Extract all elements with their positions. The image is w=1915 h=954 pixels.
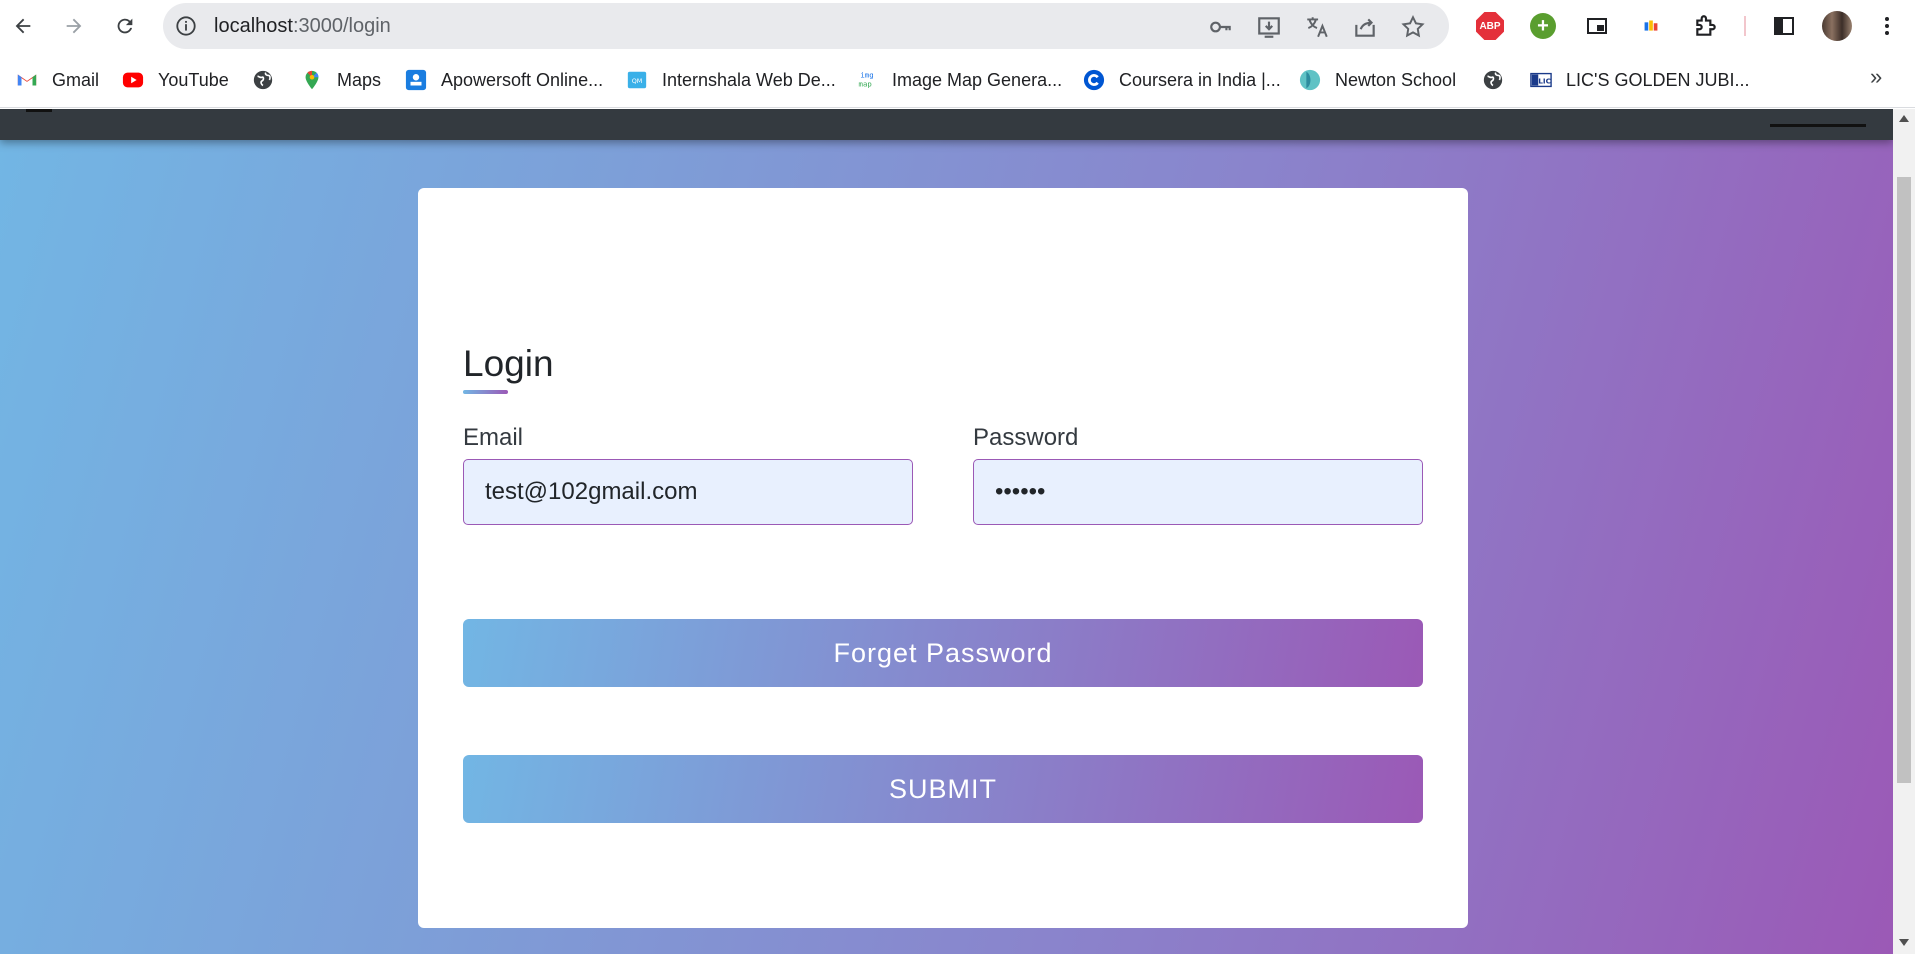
- side-panel-icon: [1774, 17, 1794, 35]
- email-label: Email: [463, 424, 524, 451]
- colorful-extension[interactable]: [1637, 12, 1665, 40]
- apowersoft-icon: [405, 69, 427, 91]
- coursera-icon: [1083, 69, 1105, 91]
- bookmarks-bar: Gmail YouTube Maps Apowersoft Online... …: [0, 52, 1915, 108]
- toolbar-divider: [1744, 16, 1746, 36]
- info-icon[interactable]: [175, 15, 197, 37]
- picture-in-picture-button[interactable]: [1583, 12, 1611, 40]
- extension-dots-icon: [1644, 20, 1658, 31]
- navbar-underline: [1770, 124, 1866, 127]
- imagemap-icon: img map: [856, 69, 878, 91]
- scroll-up-arrow[interactable]: [1899, 115, 1909, 122]
- bookmark-maps[interactable]: Maps: [301, 52, 381, 108]
- login-card: Login Email test@102gmail.com Password •…: [418, 188, 1468, 928]
- svg-text:img: img: [860, 70, 873, 79]
- bookmark-label: Maps: [337, 69, 382, 90]
- arrow-right-icon: [66, 18, 82, 34]
- translate-icon[interactable]: [1304, 14, 1330, 40]
- star-icon[interactable]: [1400, 14, 1426, 40]
- url-host: localhost: [214, 15, 293, 37]
- bookmark-label: Newton School: [1335, 69, 1457, 90]
- extensions-button[interactable]: [1692, 12, 1720, 40]
- internshala-icon: QM: [626, 69, 648, 91]
- arrow-left-icon: [15, 18, 31, 34]
- bookmark-label: Gmail: [52, 69, 100, 90]
- bookmark-label: Apowersoft Online...: [441, 69, 604, 90]
- password-label: Password: [973, 424, 1079, 451]
- bookmark-youtube[interactable]: YouTube: [122, 52, 229, 108]
- abp-icon: ABP: [1476, 12, 1504, 40]
- app-navbar: [0, 109, 1893, 140]
- adblock-extension[interactable]: ABP: [1476, 12, 1504, 40]
- kebab-menu-icon: [1885, 17, 1889, 35]
- puzzle-icon: [1696, 15, 1716, 36]
- youtube-icon: [122, 69, 144, 91]
- back-button[interactable]: [6, 9, 40, 43]
- bookmark-gmail[interactable]: Gmail: [16, 52, 99, 108]
- bookmark-apowersoft[interactable]: Apowersoft Online...: [405, 52, 603, 108]
- share-icon[interactable]: [1352, 14, 1378, 40]
- email-field[interactable]: test@102gmail.com: [463, 459, 913, 525]
- bookmark-label: YouTube: [158, 69, 229, 90]
- title-underline: [463, 390, 508, 394]
- svg-text:map: map: [859, 79, 872, 88]
- browser-menu-button[interactable]: [1873, 12, 1901, 40]
- more-bookmarks-button[interactable]: »: [1870, 64, 1882, 90]
- bookmark-internshala[interactable]: QM Internshala Web De...: [626, 52, 836, 108]
- svg-text:LIC: LIC: [1538, 77, 1551, 86]
- maps-icon: [301, 69, 323, 91]
- bookmark-label: Image Map Genera...: [892, 69, 1063, 90]
- bookmark-globe-1[interactable]: [252, 52, 288, 108]
- reload-icon: [117, 18, 133, 34]
- pip-icon: [1587, 18, 1607, 34]
- submit-button[interactable]: SUBMIT: [463, 755, 1423, 823]
- plus-icon: +: [1530, 13, 1556, 39]
- bookmark-newton-school[interactable]: Newton School: [1299, 52, 1456, 108]
- reload-button[interactable]: [108, 9, 142, 43]
- bookmark-label: LIC'S GOLDEN JUBI...: [1566, 69, 1750, 90]
- forget-password-button[interactable]: Forget Password: [463, 619, 1423, 687]
- url-path: :3000/login: [292, 15, 391, 37]
- forward-button[interactable]: [57, 9, 91, 43]
- svg-text:QM: QM: [632, 77, 643, 85]
- bookmark-label: Internshala Web De...: [662, 69, 836, 90]
- profile-avatar[interactable]: [1822, 11, 1852, 41]
- globe-icon: [1482, 69, 1504, 91]
- bookmark-imagemap[interactable]: img map Image Map Genera...: [856, 52, 1063, 108]
- bookmark-globe-2[interactable]: [1482, 52, 1518, 108]
- bookmark-label: Coursera in India |...: [1119, 69, 1281, 90]
- address-bar[interactable]: localhost:3000/login: [163, 3, 1449, 49]
- url-text: localhost:3000/login: [214, 3, 391, 49]
- newton-icon: [1299, 69, 1321, 91]
- bookmark-lic[interactable]: LIC LIC'S GOLDEN JUBI...: [1530, 52, 1749, 108]
- scroll-down-arrow[interactable]: [1899, 939, 1909, 946]
- lic-icon: LIC: [1530, 69, 1552, 91]
- page-viewport: Login Email test@102gmail.com Password •…: [0, 109, 1893, 954]
- password-field[interactable]: ••••••: [973, 459, 1423, 525]
- plus-extension[interactable]: +: [1529, 12, 1557, 40]
- browser-toolbar: localhost:3000/login ABP +: [0, 0, 1915, 52]
- navbar-menu-toggle[interactable]: [26, 109, 52, 112]
- install-app-icon[interactable]: [1256, 14, 1282, 40]
- globe-icon: [252, 69, 274, 91]
- page-scrollbar[interactable]: [1893, 109, 1915, 954]
- login-title: Login: [463, 343, 554, 384]
- scroll-thumb[interactable]: [1897, 177, 1911, 783]
- side-panel-button[interactable]: [1770, 12, 1798, 40]
- key-icon[interactable]: [1208, 14, 1234, 40]
- gmail-icon: [16, 69, 38, 91]
- bookmark-coursera[interactable]: Coursera in India |...: [1083, 52, 1281, 108]
